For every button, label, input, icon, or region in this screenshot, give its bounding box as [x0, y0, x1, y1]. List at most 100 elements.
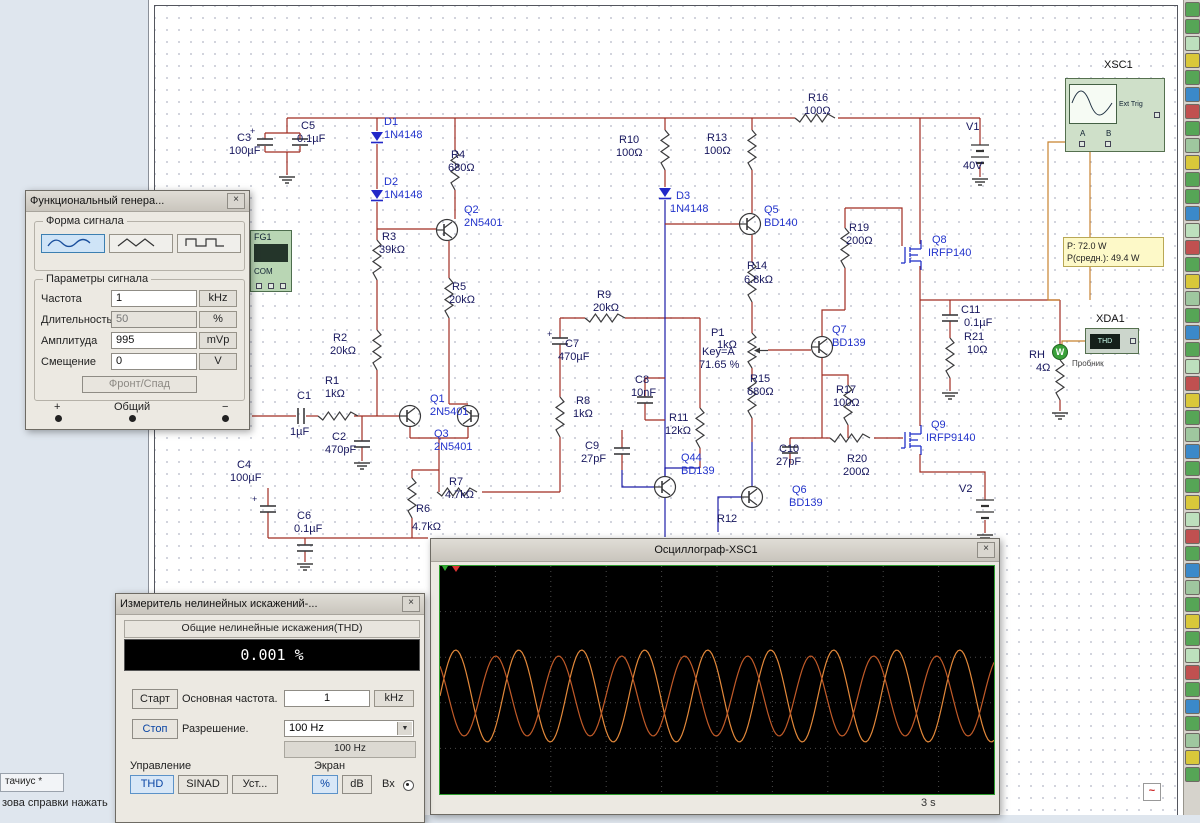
fundamental-unit[interactable]: kHz	[374, 690, 414, 707]
distortion-analyzer-instrument-icon[interactable]: THD	[1085, 328, 1139, 354]
toolbar-icon[interactable]	[1184, 291, 1200, 306]
frequency-input[interactable]: 1	[111, 290, 197, 307]
toolbar-icon[interactable]	[1184, 580, 1200, 595]
plus-terminal[interactable]	[55, 415, 62, 422]
toolbar-icon[interactable]	[1184, 563, 1200, 578]
fg-com-terminal[interactable]	[268, 283, 274, 289]
fg-minus-terminal[interactable]	[280, 283, 286, 289]
toolbar-icon[interactable]	[1184, 240, 1200, 255]
toolbar-icon[interactable]	[1184, 87, 1200, 102]
trigger-marker-red[interactable]	[452, 566, 460, 572]
duty-unit[interactable]: %	[199, 311, 237, 328]
toolbar-icon[interactable]	[1184, 53, 1200, 68]
toolbar-icon[interactable]	[1184, 495, 1200, 510]
common-terminal[interactable]	[129, 415, 136, 422]
function-generator-dialog[interactable]: Функциональный генера... × Форма сигнала…	[25, 190, 250, 430]
toolbar-icon[interactable]	[1184, 648, 1200, 663]
fg-plus-terminal[interactable]	[256, 283, 262, 289]
toolbar-icon[interactable]	[1184, 342, 1200, 357]
toolbar-icon[interactable]	[1184, 767, 1200, 782]
oscilloscope-titlebar[interactable]: Осциллограф-XSC1 ×	[431, 539, 999, 562]
triangle-wave-button[interactable]	[109, 234, 173, 253]
frequency-unit[interactable]: kHz	[199, 290, 237, 307]
input-radio[interactable]	[403, 780, 414, 791]
trigger-marker-green[interactable]	[442, 566, 448, 571]
wattmeter-probe-icon[interactable]: W	[1052, 344, 1068, 360]
toolbar-icon[interactable]	[1184, 189, 1200, 204]
offset-unit[interactable]: V	[199, 353, 237, 370]
offset-input[interactable]: 0	[111, 353, 197, 370]
edge-button[interactable]: Фронт/Спад	[82, 376, 197, 393]
instruments-toolbar[interactable]	[1183, 0, 1200, 815]
toolbar-icon[interactable]	[1184, 614, 1200, 629]
dock-tab[interactable]: тачиус *	[0, 773, 64, 792]
toolbar-icon[interactable]	[1184, 733, 1200, 748]
toolbar-icon[interactable]	[1184, 70, 1200, 85]
toolbar-icon[interactable]	[1184, 512, 1200, 527]
toolbar-icon[interactable]	[1184, 172, 1200, 187]
toolbar-icon[interactable]	[1184, 682, 1200, 697]
fundamental-input[interactable]: 1	[284, 690, 370, 707]
toolbar-icon[interactable]	[1184, 631, 1200, 646]
toolbar-icon[interactable]	[1184, 104, 1200, 119]
toolbar-icon[interactable]	[1184, 308, 1200, 323]
function-generator-instrument-icon[interactable]: FG1 COM	[250, 230, 292, 292]
toolbar-icon[interactable]	[1184, 359, 1200, 374]
da-titlebar[interactable]: Измеритель нелинейных искажений-... ×	[116, 594, 424, 615]
amplitude-input[interactable]: 995	[111, 332, 197, 349]
toolbar-icon[interactable]	[1184, 427, 1200, 442]
toolbar-icon[interactable]	[1184, 444, 1200, 459]
thd-button[interactable]: THD	[130, 775, 174, 794]
oscilloscope-window[interactable]: Осциллограф-XSC1 × 3 s	[430, 538, 1000, 815]
toolbar-icon[interactable]	[1184, 155, 1200, 170]
toolbar-icon[interactable]	[1184, 750, 1200, 765]
channel-b-terminal[interactable]	[1105, 141, 1111, 147]
toolbar-icon[interactable]	[1184, 597, 1200, 612]
square-wave-button[interactable]	[177, 234, 241, 253]
toolbar-icon[interactable]	[1184, 478, 1200, 493]
toolbar-icon[interactable]	[1184, 461, 1200, 476]
annotation-note-icon[interactable]: ~	[1143, 783, 1161, 801]
resolution-dropdown[interactable]: 100 Hz ▼	[284, 720, 414, 737]
distortion-analyzer-dialog[interactable]: Измеритель нелинейных искажений-... × Об…	[115, 593, 425, 823]
toolbar-icon[interactable]	[1184, 393, 1200, 408]
toolbar-icon[interactable]	[1184, 529, 1200, 544]
toolbar-icon[interactable]	[1184, 138, 1200, 153]
close-icon[interactable]: ×	[402, 596, 420, 612]
db-button[interactable]: dB	[342, 775, 372, 794]
start-button[interactable]: Старт	[132, 689, 178, 709]
toolbar-icon[interactable]	[1184, 699, 1200, 714]
toolbar-icon[interactable]	[1184, 376, 1200, 391]
percent-button[interactable]: %	[312, 775, 338, 794]
toolbar-icon[interactable]	[1184, 121, 1200, 136]
oscilloscope-instrument-icon[interactable]: Ext Trig A B	[1065, 78, 1165, 152]
toolbar-icon[interactable]	[1184, 410, 1200, 425]
stop-button[interactable]: Стоп	[132, 719, 178, 739]
power-probe-readout: P: 72.0 W P(средн.): 49.4 W	[1063, 237, 1164, 267]
xda1-terminal[interactable]	[1130, 338, 1136, 344]
toolbar-icon[interactable]	[1184, 665, 1200, 680]
sine-wave-button[interactable]	[41, 234, 105, 253]
close-icon[interactable]: ×	[977, 542, 995, 558]
toolbar-icon[interactable]	[1184, 325, 1200, 340]
duty-input[interactable]: 50	[111, 311, 197, 328]
fg-titlebar[interactable]: Функциональный генера... ×	[26, 191, 249, 212]
toolbar-icon[interactable]	[1184, 546, 1200, 561]
settings-button[interactable]: Уст...	[232, 775, 278, 794]
toolbar-icon[interactable]	[1184, 19, 1200, 34]
toolbar-icon[interactable]	[1184, 716, 1200, 731]
toolbar-icon[interactable]	[1184, 206, 1200, 221]
resolution-value: 100 Hz	[289, 722, 324, 734]
close-icon[interactable]: ×	[227, 193, 245, 209]
sinad-button[interactable]: SINAD	[178, 775, 228, 794]
amplitude-unit[interactable]: mVp	[199, 332, 237, 349]
toolbar-icon[interactable]	[1184, 223, 1200, 238]
toolbar-icon[interactable]	[1184, 274, 1200, 289]
toolbar-icon[interactable]	[1184, 2, 1200, 17]
minus-terminal[interactable]	[222, 415, 229, 422]
channel-a-terminal[interactable]	[1079, 141, 1085, 147]
chevron-down-icon[interactable]: ▼	[397, 722, 412, 735]
ext-trig-terminal[interactable]	[1154, 112, 1160, 118]
toolbar-icon[interactable]	[1184, 36, 1200, 51]
toolbar-icon[interactable]	[1184, 257, 1200, 272]
